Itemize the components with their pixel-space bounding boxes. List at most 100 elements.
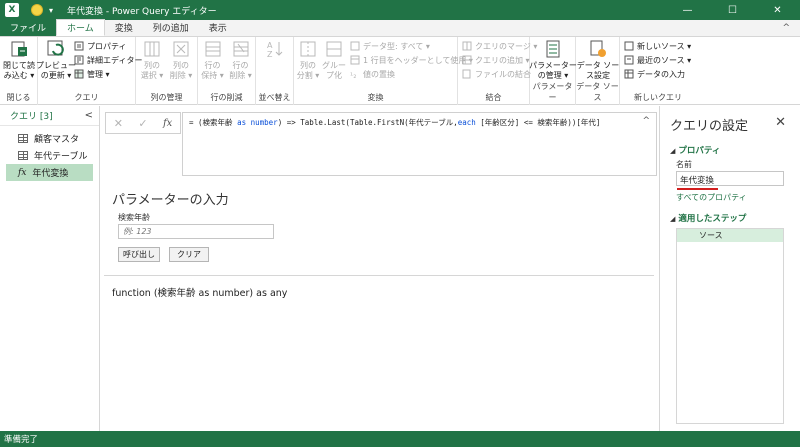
group-query: プレビュー の更新 ▾ プロパティ 詳細エディター 管理 ▾ クエリ	[36, 37, 142, 105]
step-item-source[interactable]: ソース	[677, 229, 783, 242]
minimize-button[interactable]: —	[665, 0, 710, 20]
clear-button[interactable]: クリア	[169, 247, 209, 262]
manage-button[interactable]: 管理 ▾	[74, 68, 110, 80]
group-label-data-source: データ ソース	[576, 82, 619, 102]
parameter-label: 検索年齢	[118, 213, 150, 222]
group-label-combine: 結合	[485, 93, 502, 102]
cancel-icon[interactable]: ✕	[114, 117, 123, 130]
group-close: 閉じて読 み込む ▾ 閉じる	[0, 37, 38, 105]
status-bar: 準備完了	[0, 431, 800, 447]
group-new-query: 新しいソース ▾ 最近のソース ▾ データの入力 新しいクエリ	[620, 37, 696, 105]
tab-add-column[interactable]: 列の追加	[143, 19, 199, 36]
query-item-age-table[interactable]: 年代テーブル	[6, 147, 93, 164]
ribbon: 閉じて読 み込む ▾ 閉じる プレビュー の更新 ▾ プロパティ 詳細エディター…	[0, 37, 800, 105]
remove-rows-button[interactable]: 行の 削除 ▾	[227, 39, 254, 81]
group-by-button[interactable]: グルー プ化	[321, 39, 347, 81]
recent-sources-button[interactable]: 最近のソース ▾	[624, 54, 691, 66]
group-label-sort: 並べ替え	[258, 93, 291, 102]
properties-button[interactable]: プロパティ	[74, 40, 127, 52]
fx-icon[interactable]: fx	[163, 118, 172, 129]
choose-columns-button[interactable]: 列の 選択 ▾	[138, 39, 166, 81]
name-field[interactable]: 年代変換	[676, 171, 784, 186]
queries-pane: クエリ [3] < 顧客マスタ 年代テーブル fx 年代変換	[0, 106, 100, 431]
group-label-parameters: パラメーター	[532, 82, 573, 102]
quick-access-dropdown[interactable]: ▾	[49, 6, 53, 15]
tab-view[interactable]: 表示	[199, 19, 237, 36]
parameter-input[interactable]	[118, 224, 274, 239]
tab-file[interactable]: ファイル	[0, 19, 57, 36]
combine-files-button[interactable]: ファイルの結合	[462, 68, 531, 80]
parameters-icon	[546, 40, 560, 58]
formula-input[interactable]: = (検索年齢 as number) => Table.Last(Table.F…	[182, 112, 657, 176]
merge-queries-button[interactable]: クエリのマージ ▾	[462, 40, 537, 52]
append-icon	[462, 55, 472, 65]
maximize-button[interactable]: ☐	[710, 0, 755, 20]
ribbon-tabs: ファイル ホーム 変換 列の追加 表示 ^	[0, 19, 800, 37]
close-settings-icon[interactable]: ✕	[775, 115, 786, 130]
properties-icon	[74, 41, 84, 51]
group-combine: クエリのマージ ▾ クエリの追加 ▾ ファイルの結合 結合	[458, 37, 537, 105]
all-properties-link[interactable]: すべてのプロパティ	[676, 192, 747, 203]
svg-text:Z: Z	[267, 50, 273, 59]
smiley-icon[interactable]	[31, 4, 43, 16]
applied-steps-list: ソース	[676, 228, 784, 424]
divider	[104, 275, 654, 276]
remove-columns-icon	[173, 41, 189, 57]
remove-columns-button[interactable]: 列の 削除 ▾	[167, 39, 195, 81]
collapse-ribbon-button[interactable]: ^	[782, 23, 790, 33]
invoke-button[interactable]: 呼び出し	[118, 247, 160, 262]
sort-icon: AZ	[267, 41, 283, 59]
function-icon: fx	[18, 167, 27, 178]
table-icon	[18, 151, 28, 160]
group-label-transform: 変換	[367, 93, 384, 102]
group-sort: AZ 並べ替え	[256, 37, 294, 105]
enter-data-icon	[624, 69, 634, 79]
query-item-age-convert[interactable]: fx 年代変換	[6, 164, 93, 181]
group-manage-columns: 列の 選択 ▾ 列の 削除 ▾ 列の管理	[136, 37, 198, 105]
advanced-editor-button[interactable]: 詳細エディター	[74, 54, 142, 66]
expand-formula-icon[interactable]: ^	[642, 116, 650, 126]
remove-rows-icon	[233, 41, 248, 57]
keep-rows-button[interactable]: 行の 保持 ▾	[199, 39, 226, 81]
replace-values-button[interactable]: ¹₂ 値の置換	[350, 68, 395, 80]
confirm-icon[interactable]: ✓	[138, 117, 147, 130]
merge-icon	[462, 41, 472, 51]
collapse-triangle-icon: ◢	[670, 147, 676, 155]
preview-refresh-button[interactable]: プレビュー の更新 ▾	[36, 39, 76, 81]
svg-text:A: A	[267, 41, 273, 50]
tab-transform[interactable]: 変換	[105, 19, 143, 36]
group-data-source: データ ソー ス設定 データ ソース	[576, 37, 620, 105]
data-type-dropdown[interactable]: データ型: すべて ▾	[350, 40, 430, 52]
refresh-icon	[47, 40, 64, 56]
enter-data-button[interactable]: データの入力	[624, 68, 685, 80]
query-item-customer-master[interactable]: 顧客マスタ	[6, 130, 93, 147]
group-label-close: 閉じる	[6, 93, 31, 102]
status-text: 準備完了	[4, 435, 39, 445]
group-transform: 列の 分割 ▾ グルー プ化 データ型: すべて ▾ 1 行目をヘッダーとして使…	[294, 37, 473, 105]
choose-columns-icon	[144, 41, 160, 57]
data-source-settings-button[interactable]: データ ソー ス設定	[577, 39, 619, 81]
sort-button[interactable]: AZ	[265, 39, 285, 61]
split-column-button[interactable]: 列の 分割 ▾	[295, 39, 321, 81]
group-parameters: パラメーター の管理 ▾ パラメーター	[529, 37, 577, 105]
excel-icon: X	[5, 3, 19, 17]
first-row-header-button[interactable]: 1 行目をヘッダーとして使用 ▾	[350, 54, 473, 66]
name-label: 名前	[676, 160, 692, 169]
group-label-columns: 列の管理	[150, 93, 183, 102]
close-load-button[interactable]: 閉じて読 み込む ▾	[3, 39, 35, 81]
applied-steps-header[interactable]: ◢ 適用したステップ	[670, 212, 746, 224]
group-by-icon	[326, 41, 342, 57]
manage-icon	[74, 69, 84, 79]
collapse-queries-icon[interactable]: <	[85, 110, 93, 121]
tab-home[interactable]: ホーム	[56, 19, 105, 36]
close-button[interactable]: ✕	[755, 0, 800, 20]
new-source-button[interactable]: 新しいソース ▾	[624, 40, 691, 52]
properties-section-header[interactable]: ◢ プロパティ	[670, 144, 720, 156]
manage-parameters-button[interactable]: パラメーター の管理 ▾	[529, 39, 577, 81]
replace-icon: ¹₂	[350, 71, 356, 79]
close-load-icon	[11, 41, 27, 57]
table-icon	[18, 134, 28, 143]
append-queries-button[interactable]: クエリの追加 ▾	[462, 54, 530, 66]
keep-rows-icon	[205, 41, 220, 57]
data-type-icon	[350, 41, 360, 51]
